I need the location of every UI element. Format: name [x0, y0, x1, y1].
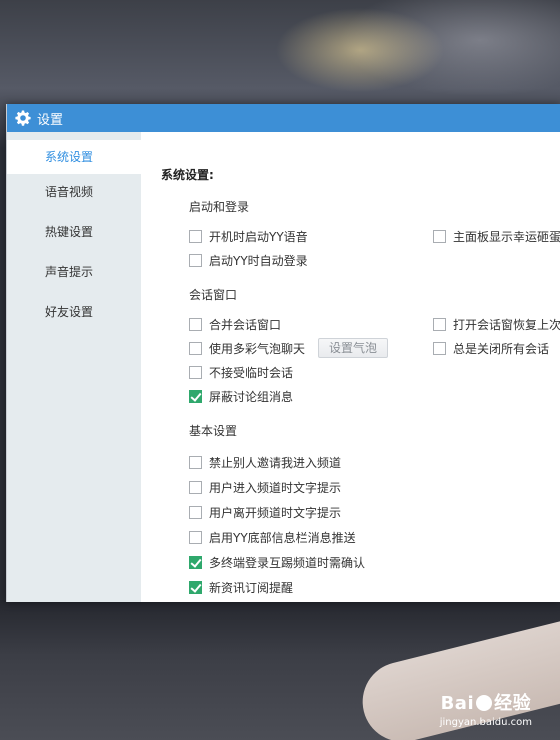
option-label: 用户进入频道时文字提示 [209, 480, 342, 495]
option-lucky-egg[interactable]: 主面板显示幸运砸蛋 [433, 228, 560, 244]
option-join-notice[interactable]: 用户进入频道时文字提示 [189, 479, 341, 495]
checkbox[interactable] [433, 317, 446, 331]
checkbox[interactable] [433, 229, 446, 243]
option-leave-notice[interactable]: 用户离开频道时文字提示 [189, 504, 341, 520]
option-label: 启动YY时自动登录 [209, 253, 308, 268]
checkbox[interactable] [189, 455, 202, 469]
window-title: 设置 [37, 112, 64, 128]
sidebar-item-audio-video[interactable]: 语音视频 [7, 175, 141, 209]
checkbox[interactable] [189, 341, 202, 355]
group-title-conversation: 会话窗口 [189, 288, 238, 302]
sidebar-item-friends[interactable]: 好友设置 [7, 295, 141, 329]
option-close-all-sessions[interactable]: 总是关闭所有会话 [433, 340, 549, 356]
option-bottom-bar-push[interactable]: 启用YY底部信息栏消息推送 [189, 529, 356, 545]
gear-icon [15, 110, 31, 126]
option-block-invites[interactable]: 禁止别人邀请我进入频道 [189, 454, 341, 470]
option-restore-session[interactable]: 打开会话窗恢复上次 [433, 316, 560, 332]
checkbox[interactable] [189, 253, 202, 267]
paw-icon [476, 695, 493, 711]
option-label: 用户离开频道时文字提示 [209, 505, 342, 520]
option-label: 开机时启动YY语音 [209, 229, 308, 244]
option-block-discussion[interactable]: 屏蔽讨论组消息 [189, 388, 293, 404]
option-news-reminder[interactable]: 新资讯订阅提醒 [189, 579, 293, 595]
watermark-brand: Bai 经验 [440, 689, 532, 715]
checkbox[interactable] [189, 317, 202, 331]
option-reject-temp-chat[interactable]: 不接受临时会话 [189, 364, 293, 380]
option-label: 启用YY底部信息栏消息推送 [209, 530, 356, 545]
option-autologin[interactable]: 启动YY时自动登录 [189, 252, 308, 268]
sidebar-item-label: 好友设置 [44, 305, 93, 319]
sidebar-item-label: 系统设置 [44, 150, 93, 164]
option-label: 多终端登录互踢频道时需确认 [209, 555, 366, 570]
option-multi-device-confirm[interactable]: 多终端登录互踢频道时需确认 [189, 554, 365, 570]
sidebar-item-label: 热键设置 [44, 225, 93, 239]
checkbox[interactable] [189, 365, 202, 379]
sidebar-item-hotkeys[interactable]: 热键设置 [7, 215, 141, 249]
option-label: 不接受临时会话 [209, 365, 294, 380]
checkbox-checked[interactable] [189, 580, 202, 594]
watermark-site: jingyan.baidu.com [439, 717, 532, 728]
sidebar-item-sound[interactable]: 声音提示 [7, 255, 141, 289]
checkbox-checked[interactable] [189, 389, 202, 403]
checkbox[interactable] [189, 505, 202, 519]
watermark-brand-left: Bai [440, 693, 475, 714]
option-label: 总是关闭所有会话 [453, 341, 550, 356]
option-label: 新资讯订阅提醒 [209, 580, 294, 595]
group-title-startup: 启动和登录 [189, 200, 250, 214]
option-label: 合并会话窗口 [209, 317, 282, 332]
settings-sidebar: 系统设置 语音视频 热键设置 声音提示 好友设置 [7, 132, 141, 602]
title-bar[interactable]: 设置 [7, 104, 560, 132]
option-label: 主面板显示幸运砸蛋 [453, 229, 560, 244]
option-merge-windows[interactable]: 合并会话窗口 [189, 316, 281, 332]
bubble-settings-button[interactable]: 设置气泡 [318, 338, 389, 358]
settings-window: 设置 系统设置 语音视频 热键设置 声音提示 好友设置 系统设置: 启动和登录 … [6, 104, 560, 602]
sidebar-item-label: 语音视频 [44, 185, 93, 199]
option-label: 打开会话窗恢复上次 [453, 317, 560, 332]
watermark-brand-right: 经验 [494, 693, 532, 714]
checkbox[interactable] [189, 229, 202, 243]
option-autostart[interactable]: 开机时启动YY语音 [189, 228, 308, 244]
checkbox[interactable] [189, 480, 202, 494]
section-title: 系统设置: [161, 168, 214, 182]
option-label: 禁止别人邀请我进入频道 [209, 455, 342, 470]
checkbox-checked[interactable] [189, 555, 202, 569]
settings-content: 系统设置: 启动和登录 开机时启动YY语音 启动YY时自动登录 主面板显示幸运砸… [141, 132, 560, 602]
sidebar-item-system[interactable]: 系统设置 [7, 140, 141, 174]
sidebar-item-label: 声音提示 [44, 265, 93, 279]
option-label: 使用多彩气泡聊天 [209, 341, 306, 356]
group-title-basic: 基本设置 [189, 424, 238, 438]
checkbox[interactable] [433, 341, 446, 355]
option-label: 屏蔽讨论组消息 [209, 389, 294, 404]
checkbox[interactable] [189, 530, 202, 544]
option-color-bubbles[interactable]: 使用多彩气泡聊天 [189, 340, 305, 356]
baidu-jingyan-watermark: Bai 经验 jingyan.baidu.com [440, 689, 532, 728]
